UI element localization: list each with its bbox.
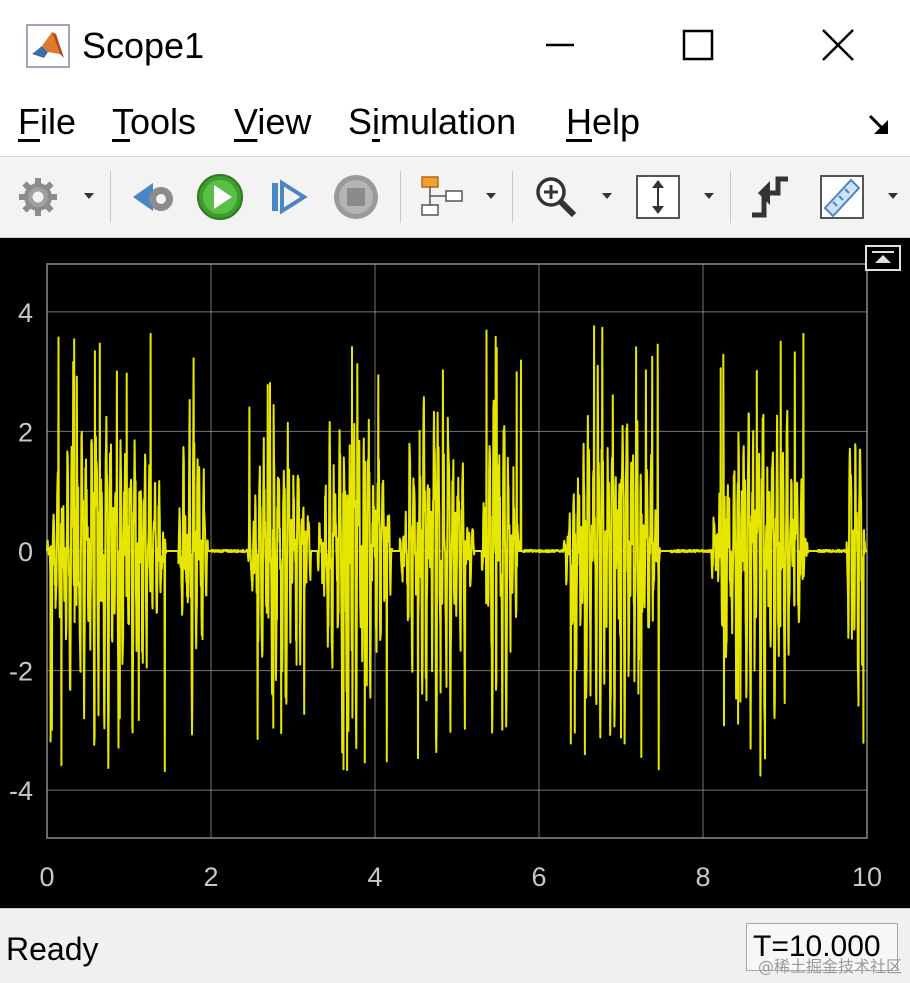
menu-simulation[interactable]: Simulation	[348, 100, 516, 144]
menu-simulation-mnemonic: i	[372, 101, 381, 142]
menu-tools-mnemonic: T	[112, 101, 130, 142]
window-title: Scope1	[82, 25, 205, 66]
step-back-icon	[133, 183, 173, 211]
menu-file-label: ile	[40, 101, 77, 142]
zoom-in-icon	[536, 177, 577, 218]
maximize-button[interactable]	[668, 20, 728, 70]
menu-file[interactable]: File	[18, 100, 76, 144]
signal-selector-icon	[421, 176, 463, 216]
x-tick-label: 4	[367, 862, 382, 892]
x-tick-label: 10	[852, 862, 882, 892]
measurements-button[interactable]	[812, 169, 872, 225]
autoscale-icon	[636, 175, 680, 219]
close-button[interactable]	[808, 20, 868, 70]
menu-help-mnemonic: H	[566, 101, 592, 142]
toolbar	[0, 157, 910, 238]
menu-view-mnemonic: V	[234, 101, 258, 142]
step-forward-button[interactable]	[260, 169, 316, 225]
signal-selector-dropdown-arrow[interactable]	[486, 193, 496, 199]
toolbar-separator	[110, 171, 111, 223]
x-tick-label: 8	[695, 862, 710, 892]
close-icon	[822, 29, 854, 61]
autoscale-dropdown-arrow[interactable]	[704, 193, 714, 199]
stop-button[interactable]	[326, 169, 386, 225]
status-text: Ready	[6, 931, 99, 967]
status-bar: Ready T=10.000 @稀土掘金技术社区	[0, 908, 910, 983]
y-tick-label: 2	[18, 417, 33, 447]
run-button[interactable]	[190, 169, 250, 225]
minimize-icon	[546, 43, 574, 47]
minimize-button[interactable]	[530, 20, 590, 70]
measurements-dropdown-arrow[interactable]	[888, 193, 898, 199]
y-tick-label: -2	[9, 657, 33, 687]
menu-simulation-prefix: S	[348, 101, 373, 142]
title-bar: Scope1	[0, 0, 910, 92]
matlab-logo-icon	[26, 24, 70, 68]
y-tick-label: 0	[18, 537, 33, 567]
x-tick-label: 6	[531, 862, 546, 892]
trigger-icon	[752, 176, 788, 218]
menu-view-label: iew	[257, 101, 312, 142]
configuration-dropdown-arrow[interactable]	[84, 193, 94, 199]
watermark: @稀土掘金技术社区	[757, 957, 902, 976]
y-tick-label: -4	[9, 776, 33, 806]
stop-icon	[334, 175, 378, 219]
zoom-dropdown-arrow[interactable]	[602, 193, 612, 199]
y-tick-label: 4	[18, 298, 33, 328]
x-tick-label: 0	[39, 862, 54, 892]
undock-axes-button[interactable]	[865, 245, 901, 271]
step-forward-icon	[272, 179, 308, 215]
toolbar-separator	[400, 171, 401, 223]
menu-bar: File Tools View Simulation Help	[0, 92, 910, 157]
maximize-icon	[682, 29, 714, 61]
menu-file-mnemonic: F	[18, 101, 40, 142]
menu-tools-label: ools	[130, 101, 197, 142]
menu-help[interactable]: Help	[566, 100, 640, 144]
step-back-button[interactable]	[126, 169, 182, 225]
autoscale-button[interactable]	[628, 169, 688, 225]
scope-display: 0 2 4 6 8 10 4 2 0 -2 -4	[0, 238, 910, 908]
undock-arrow-icon[interactable]	[866, 110, 894, 138]
x-tick-label: 2	[203, 862, 218, 892]
run-icon	[197, 174, 243, 220]
signal-selector-button[interactable]	[414, 169, 470, 225]
zoom-in-button[interactable]	[528, 169, 584, 225]
measurements-icon	[820, 175, 864, 219]
menu-simulation-label: mulation	[380, 101, 517, 142]
toolbar-separator	[730, 171, 731, 223]
gear-icon	[19, 178, 57, 216]
scope-plot: 0 2 4 6 8 10 4 2 0 -2 -4	[0, 238, 910, 908]
menu-view[interactable]: View	[234, 100, 311, 144]
toolbar-separator	[512, 171, 513, 223]
trigger-button[interactable]	[742, 169, 798, 225]
menu-tools[interactable]: Tools	[112, 100, 196, 144]
configuration-button[interactable]	[10, 169, 66, 225]
menu-help-label: elp	[592, 101, 641, 142]
